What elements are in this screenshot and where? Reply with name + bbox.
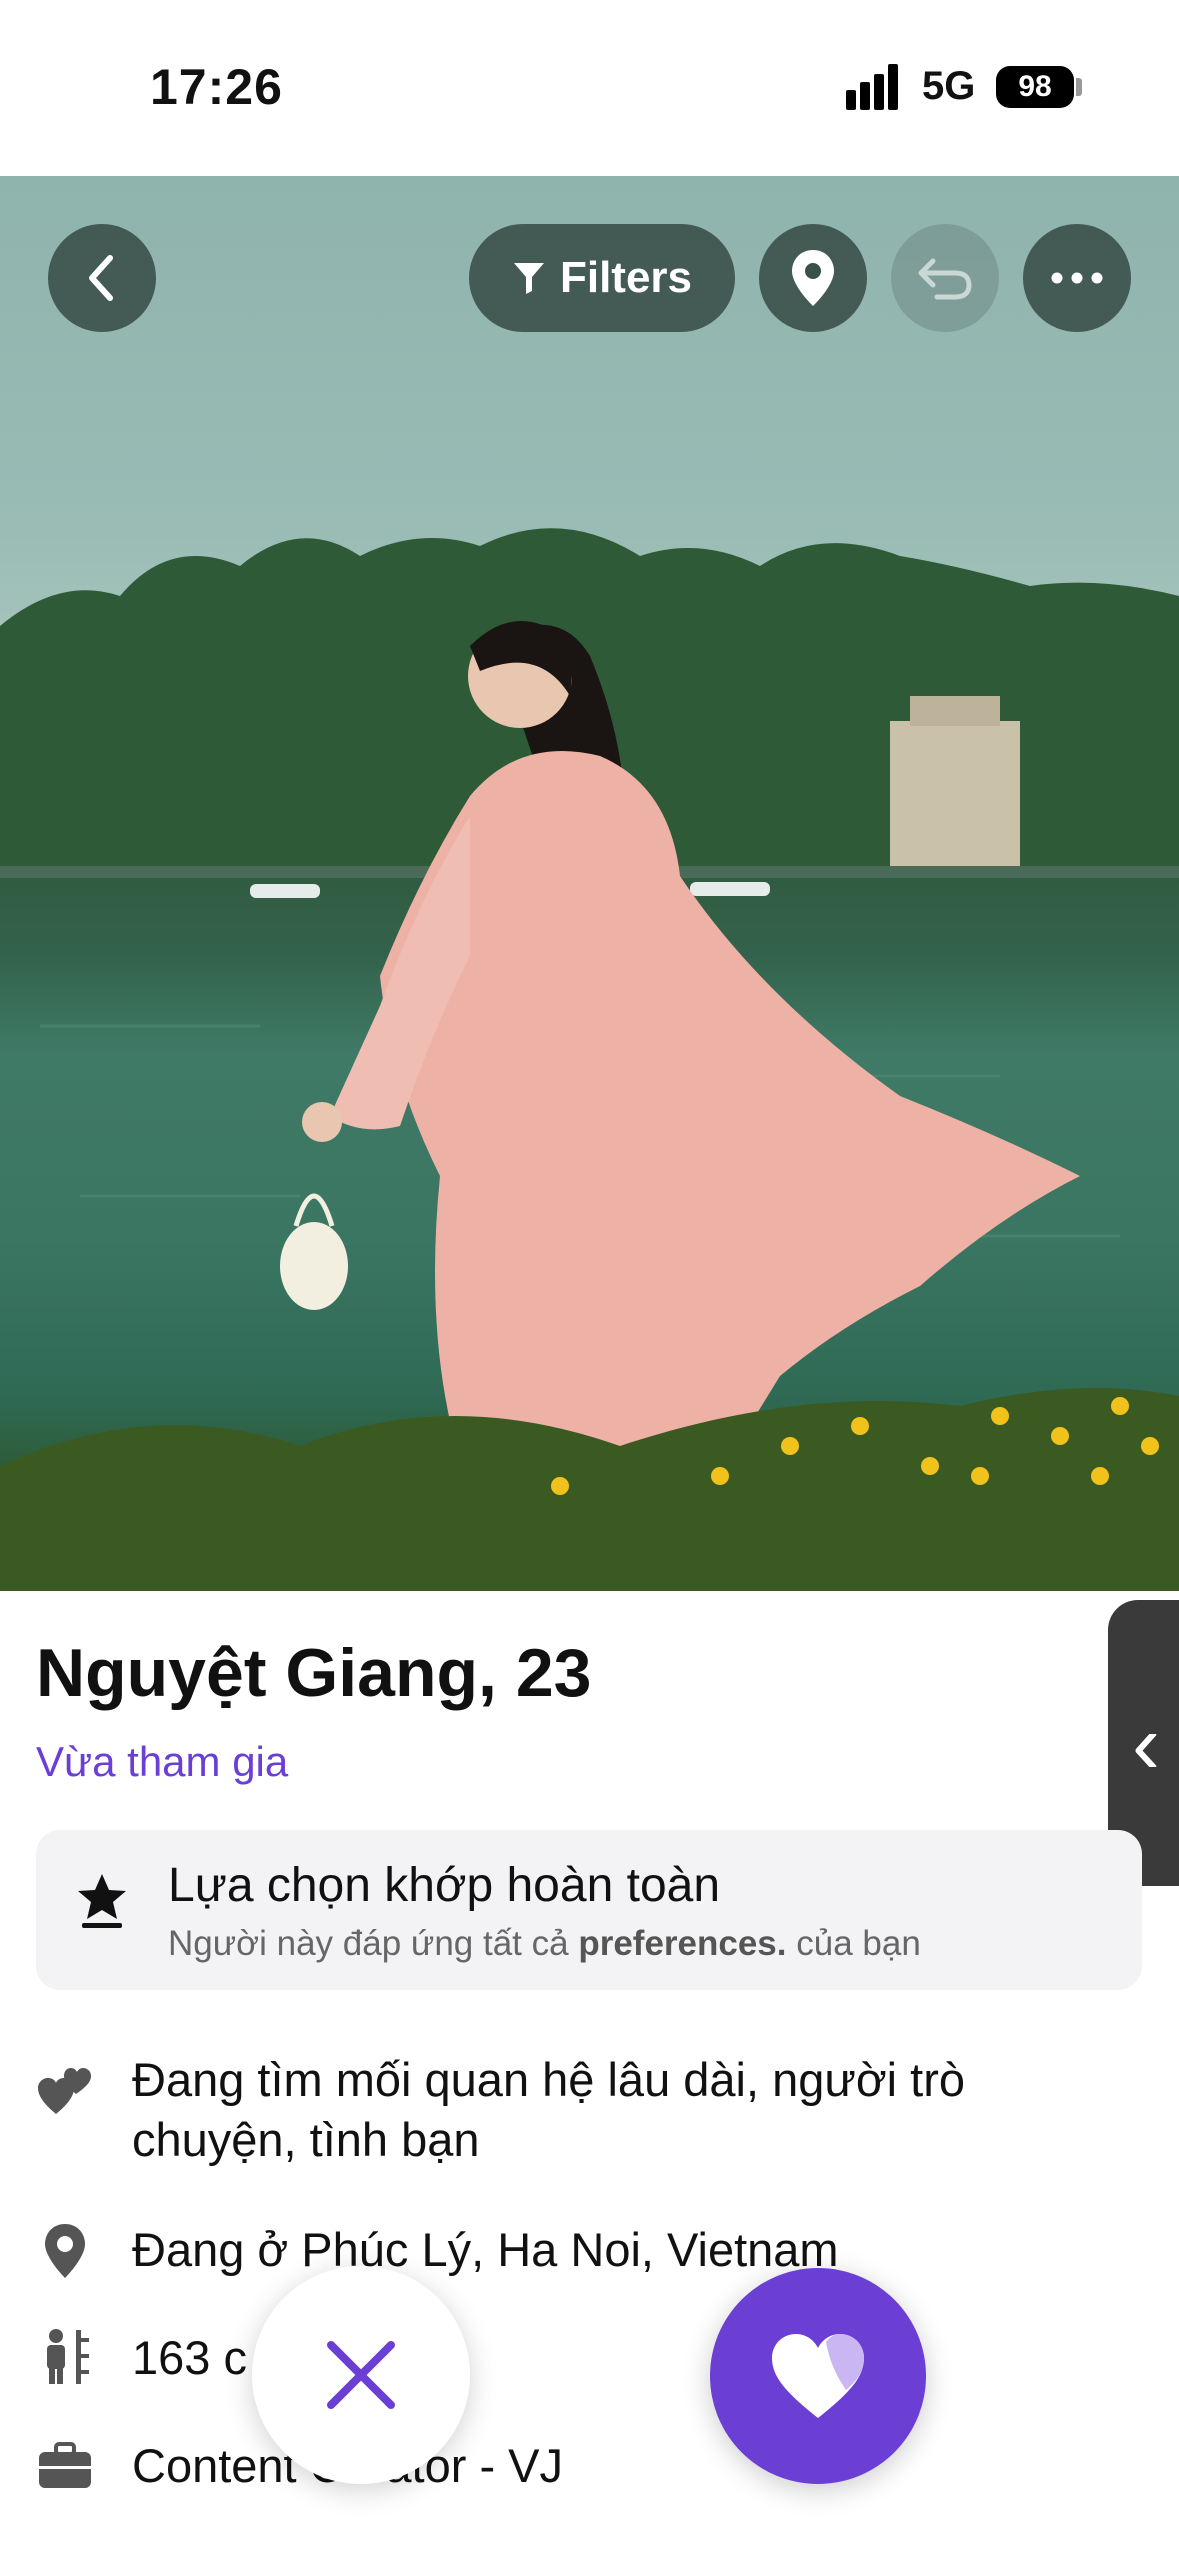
match-subtitle-post: của bạn [796,1924,921,1963]
profile-photo[interactable] [0,176,1179,1591]
heart-icon [772,2334,864,2418]
undo-button[interactable] [891,224,999,332]
location-button[interactable] [759,224,867,332]
match-subtitle: Người này đáp ứng tất cả preferences. củ… [168,1924,921,1964]
filters-label: Filters [559,253,693,302]
battery-icon: 98 [996,66,1074,108]
location-pin-icon [45,2224,85,2278]
more-options-button[interactable] [1023,224,1131,332]
close-icon [327,2341,395,2409]
filter-icon [513,263,544,294]
chevron-left-icon [89,255,113,301]
battery-level: 98 [1018,70,1052,103]
pass-button[interactable] [252,2266,470,2484]
chevron-left-icon: ‹ [1132,1697,1160,1791]
battery-cap [1076,78,1082,96]
like-button[interactable] [710,2268,926,2484]
back-button[interactable] [48,224,156,332]
job-text: Content Creator - VJ [132,2439,564,2492]
signal-icon [846,64,898,110]
network-type: 5G [922,64,976,108]
status-bar: 17:26 5G 98 [0,0,1179,176]
perfect-match-banner: Lựa chọn khớp hoàn toàn Người này đáp ứn… [36,1830,1142,1990]
photo-scene [0,528,1179,1591]
profile-name-age: Nguyệt Giang, 23 [36,1635,592,1711]
location-text: Đang ở Phúc Lý, Ha Noi, Vietnam [132,2223,839,2276]
status-time: 17:26 [150,59,283,115]
match-subtitle-pre: Người này đáp ứng tất cả [168,1924,569,1963]
preferences-link[interactable]: preferences. [578,1924,786,1963]
star-badge-icon [78,1874,126,1928]
joined-status: Vừa tham gia [36,1738,289,1785]
looking-for-text: Đang tìm mối quan hệ lâu dài, người trò … [132,2053,966,2166]
undo-icon [918,258,972,300]
hearts-icon [38,2068,91,2114]
briefcase-icon [39,2442,91,2488]
more-dots-icon [1051,272,1103,284]
height-icon [47,2329,89,2384]
match-title: Lựa chọn khớp hoàn toàn [168,1859,721,1912]
filters-button[interactable]: Filters [469,224,735,332]
location-pin-icon [792,250,834,306]
